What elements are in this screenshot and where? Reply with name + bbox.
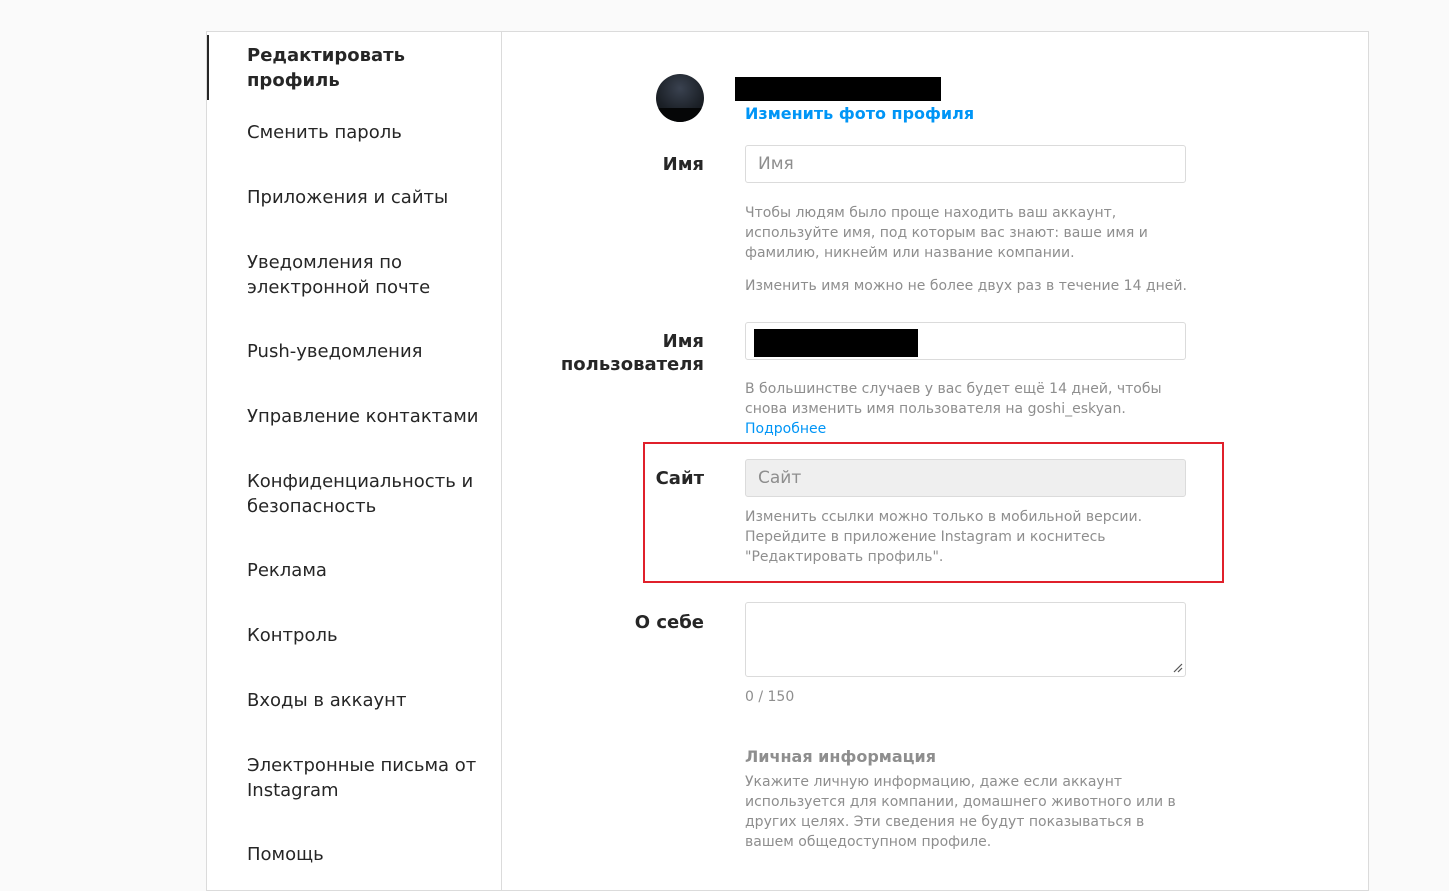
sidebar-item-manage-contacts[interactable]: Управление контактами xyxy=(207,384,501,449)
username-redacted xyxy=(735,77,941,101)
settings-sidebar: Редактировать профиль Сменить пароль При… xyxy=(207,32,502,890)
name-label: Имя xyxy=(662,154,704,175)
sidebar-item-label: Входы в аккаунт xyxy=(247,690,407,711)
sidebar-item-login-activity[interactable]: Входы в аккаунт xyxy=(207,668,501,733)
sidebar-item-help[interactable]: Помощь xyxy=(207,822,501,887)
sidebar-item-email-notifications[interactable]: Уведомления по электронной почте xyxy=(207,242,501,307)
sidebar-item-supervision[interactable]: Контроль xyxy=(207,603,501,668)
settings-card: Редактировать профиль Сменить пароль При… xyxy=(206,31,1369,891)
sidebar-item-change-password[interactable]: Сменить пароль xyxy=(207,100,501,165)
sidebar-item-label: Контроль xyxy=(247,625,338,646)
sidebar-item-edit-profile[interactable]: Редактировать профиль xyxy=(207,35,501,100)
sidebar-item-label: Помощь xyxy=(247,844,324,865)
resize-handle-icon[interactable] xyxy=(1171,661,1183,673)
sidebar-item-label: Push-уведомления xyxy=(247,341,423,362)
personal-info-text: Укажите личную информацию, даже если акк… xyxy=(745,774,1176,850)
name-help-text: Чтобы людям было проще находить ваш акка… xyxy=(745,205,1148,261)
sidebar-item-label: Приложения и сайты xyxy=(247,187,449,208)
sidebar-item-label: Реклама xyxy=(247,560,327,581)
sidebar-item-label: Уведомления по электронной почте xyxy=(247,251,431,298)
personal-info-title: Личная информация xyxy=(745,747,936,766)
bio-textarea[interactable] xyxy=(745,602,1186,677)
website-input xyxy=(745,459,1186,497)
sidebar-item-apps-and-websites[interactable]: Приложения и сайты xyxy=(207,165,501,230)
username-value-redacted xyxy=(754,329,918,357)
username-help-text: В большинстве случаев у вас будет ещё 14… xyxy=(745,379,1185,439)
sidebar-item-label: Редактировать профиль xyxy=(247,44,405,91)
change-profile-photo-link[interactable]: Изменить фото профиля xyxy=(745,104,974,123)
avatar[interactable] xyxy=(656,74,704,122)
website-help-text: Изменить ссылки можно только в мобильной… xyxy=(745,509,1143,565)
sidebar-item-label: Управление контактами xyxy=(247,406,479,427)
sidebar-item-emails-from-instagram[interactable]: Электронные письма от Instagram xyxy=(207,745,501,810)
sidebar-item-ads[interactable]: Реклама xyxy=(207,538,501,603)
sidebar-item-privacy-security[interactable]: Конфиденциальность и безопасность xyxy=(207,461,501,526)
name-input[interactable] xyxy=(745,145,1186,183)
username-label-line1: Имя xyxy=(662,331,704,352)
sidebar-item-label: Сменить пароль xyxy=(247,122,402,143)
website-label: Сайт xyxy=(655,468,704,489)
username-help-body: В большинстве случаев у вас будет ещё 14… xyxy=(745,381,1162,417)
bio-label: О себе xyxy=(634,612,704,633)
avatar-photo-horizon xyxy=(656,108,704,122)
username-label-wrap: Имя пользователя xyxy=(532,330,704,376)
bio-char-counter: 0 / 150 xyxy=(745,689,795,705)
learn-more-link[interactable]: Подробнее xyxy=(745,421,826,437)
sidebar-item-label: Электронные письма от Instagram xyxy=(247,754,477,801)
edit-profile-form: Изменить фото профиля Имя Чтобы людям бы… xyxy=(502,32,1368,890)
username-input[interactable] xyxy=(745,322,1186,360)
username-label-line2: пользователя xyxy=(560,354,704,375)
sidebar-item-push-notifications[interactable]: Push-уведомления xyxy=(207,319,501,384)
name-change-limit-text: Изменить имя можно не более двух раз в т… xyxy=(745,278,1187,294)
sidebar-item-label: Конфиденциальность и безопасность xyxy=(247,470,474,517)
